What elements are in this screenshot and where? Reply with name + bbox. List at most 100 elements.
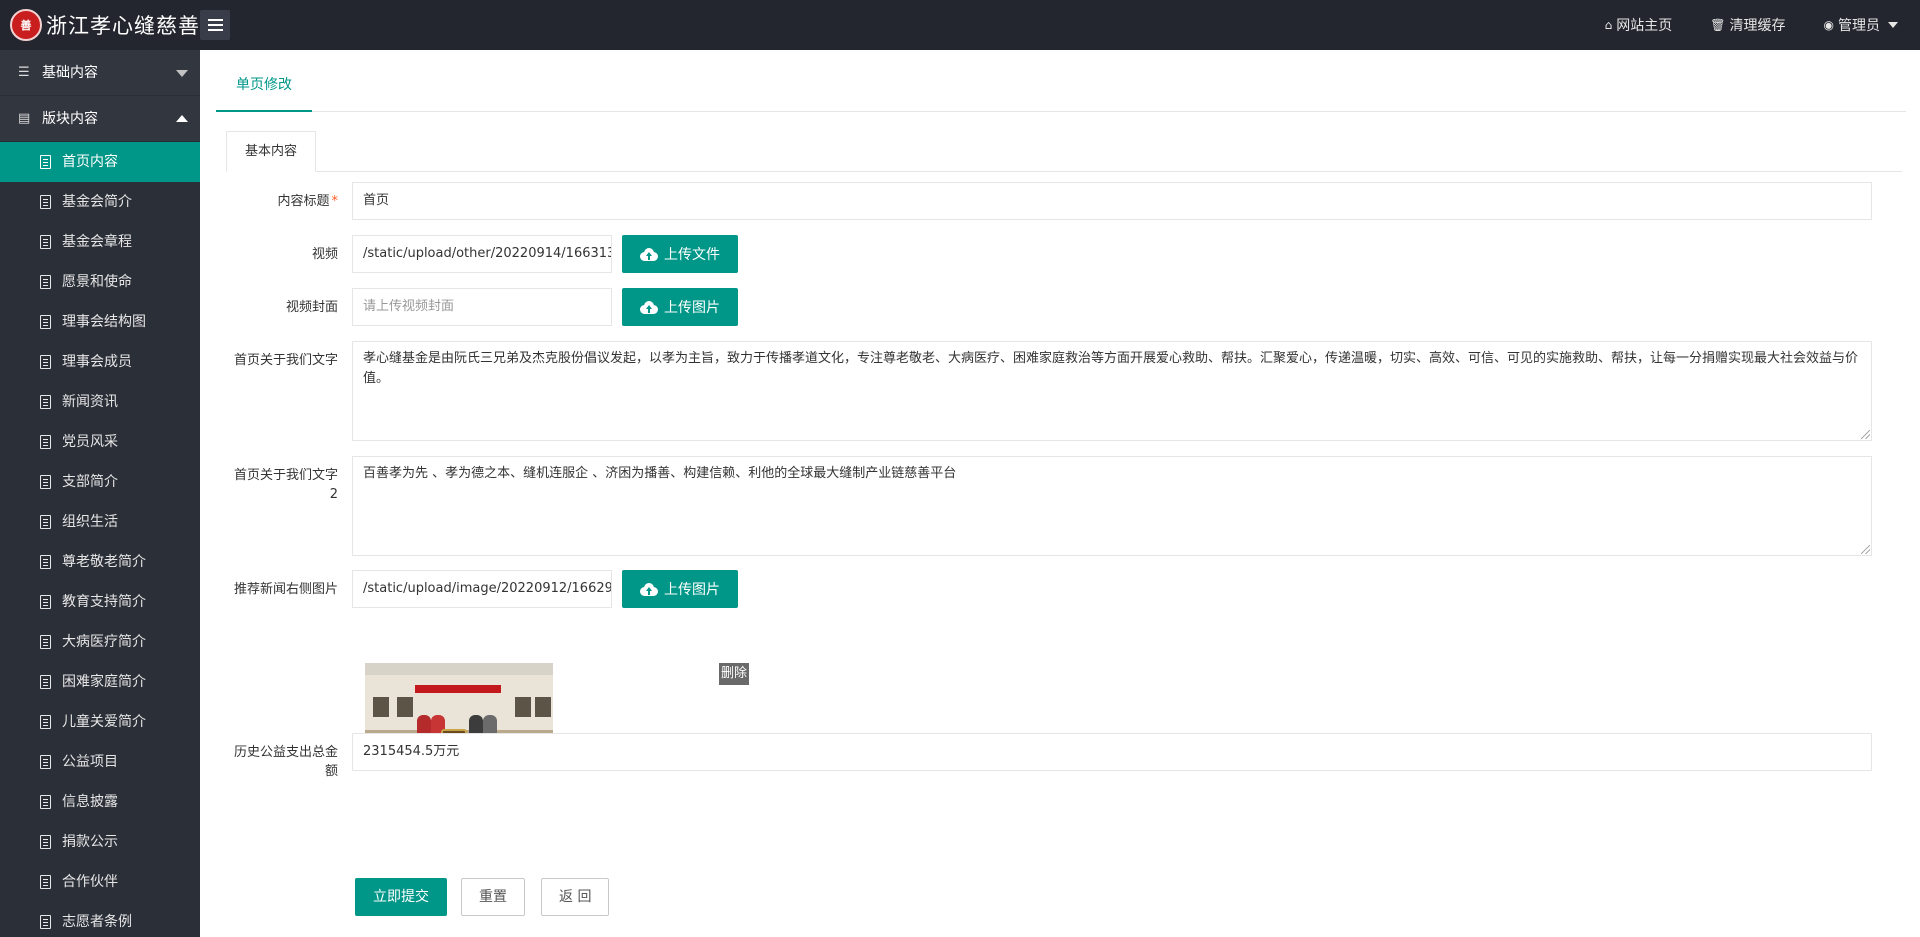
- document-icon: [40, 515, 51, 529]
- sidebar-group-label: 版块内容: [42, 111, 98, 127]
- document-icon: [40, 755, 51, 769]
- delete-image-button[interactable]: 删除: [719, 663, 750, 685]
- top-header: 善 浙江孝心缝慈善 ⌂ 网站主页 🗑 清理缓存 ◉ 管理员: [0, 0, 1920, 50]
- clear-cache-link[interactable]: 🗑 清理缓存: [1710, 15, 1785, 35]
- sidebar-item-families[interactable]: 困难家庭简介: [0, 662, 200, 702]
- video-input[interactable]: /static/upload/other/20220914/16631310: [352, 235, 612, 273]
- logo-text: 善: [20, 19, 32, 32]
- clear-cache-label: 清理缓存: [1729, 18, 1786, 34]
- sidebar-item-branch-intro[interactable]: 支部简介: [0, 462, 200, 502]
- menu-toggle-button[interactable]: [200, 10, 230, 40]
- sidebar-item-home-content[interactable]: 首页内容: [0, 142, 200, 182]
- cover-input[interactable]: 请上传视频封面: [352, 288, 612, 326]
- cover-label: 视频封面: [285, 300, 338, 315]
- cloud-upload-icon: [640, 300, 658, 314]
- document-icon: [40, 595, 51, 609]
- form-row-title: 内容标题 * 首页: [226, 182, 1872, 220]
- document-icon: [40, 435, 51, 449]
- total-input[interactable]: 2315454.5万元: [352, 733, 1872, 771]
- sidebar-item-label: 儿童关爱简介: [62, 714, 146, 730]
- document-icon: [40, 275, 51, 289]
- document-icon: [40, 355, 51, 369]
- upload-file-button[interactable]: 上传文件: [622, 235, 738, 273]
- required-mark: *: [331, 194, 339, 209]
- sidebar-group-blocks[interactable]: ▤ 版块内容: [0, 96, 200, 142]
- document-icon: [40, 475, 51, 489]
- sidebar-item-council-structure[interactable]: 理事会结构图: [0, 302, 200, 342]
- document-icon: [40, 715, 51, 729]
- reset-button[interactable]: 重置: [461, 878, 525, 916]
- sidebar-item-donations[interactable]: 捐款公示: [0, 822, 200, 862]
- hamburger-icon: [207, 19, 223, 21]
- sidebar-item-label: 尊老敬老简介: [62, 554, 146, 570]
- upload-news-image-button[interactable]: 上传图片: [622, 570, 738, 608]
- sidebar-item-label: 公益项目: [62, 754, 118, 770]
- about-text: 孝心缝基金是由阮氏三兄弟及杰克股份倡议发起，以孝为主旨，致力于传播孝道文化，专注…: [363, 351, 1859, 386]
- sidebar-item-label: 大病医疗简介: [62, 634, 146, 650]
- submit-button[interactable]: 立即提交: [355, 878, 447, 916]
- about-label: 首页关于我们文字: [233, 353, 338, 368]
- sidebar-item-medical[interactable]: 大病医疗简介: [0, 622, 200, 662]
- news-image-label: 推荐新闻右侧图片: [233, 582, 338, 597]
- sidebar-item-vision-mission[interactable]: 愿景和使命: [0, 262, 200, 302]
- site-title[interactable]: 浙江孝心缝慈善: [46, 10, 200, 40]
- sidebar-item-label: 教育支持简介: [62, 594, 146, 610]
- sidebar-item-education[interactable]: 教育支持简介: [0, 582, 200, 622]
- sidebar-item-elderly-care[interactable]: 尊老敬老简介: [0, 542, 200, 582]
- sliders-icon: ☰: [18, 65, 30, 80]
- sidebar-item-partners[interactable]: 合作伙伴: [0, 862, 200, 902]
- sidebar-item-party-members[interactable]: 党员风采: [0, 422, 200, 462]
- sidebar-item-disclosure[interactable]: 信息披露: [0, 782, 200, 822]
- resize-grip-icon[interactable]: [1861, 545, 1870, 554]
- sidebar-group-basic[interactable]: ☰ 基础内容: [0, 50, 200, 96]
- form-row-cover: 视频封面 请上传视频封面 上传图片: [226, 288, 738, 326]
- sidebar-item-label: 首页内容: [62, 154, 118, 170]
- sidebar-item-label: 志愿者条例: [62, 914, 132, 930]
- sidebar-item-label: 基金会简介: [62, 194, 132, 210]
- upload-news-image-label: 上传图片: [664, 582, 720, 598]
- sidebar-item-foundation-charter[interactable]: 基金会章程: [0, 222, 200, 262]
- document-icon: ▤: [18, 111, 31, 126]
- document-icon: [40, 875, 51, 889]
- upload-cover-button[interactable]: 上传图片: [622, 288, 738, 326]
- back-button[interactable]: 返 回: [541, 878, 610, 916]
- logo[interactable]: 善: [10, 9, 42, 41]
- upload-cover-label: 上传图片: [664, 300, 720, 316]
- website-home-link[interactable]: ⌂ 网站主页: [1605, 15, 1673, 35]
- tab-basic-content[interactable]: 基本内容: [226, 131, 317, 172]
- sidebar-item-foundation-intro[interactable]: 基金会简介: [0, 182, 200, 222]
- admin-menu[interactable]: ◉ 管理员: [1824, 15, 1898, 35]
- sidebar-item-label: 党员风采: [62, 434, 118, 450]
- website-home-label: 网站主页: [1616, 18, 1673, 34]
- sidebar: ☰ 基础内容 ▤ 版块内容 首页内容 基金会简介 基金会章程 愿景和使命 理事会…: [0, 50, 200, 937]
- trash-icon: 🗑: [1710, 18, 1726, 32]
- form-row-video: 视频 /static/upload/other/20220914/1663131…: [226, 235, 738, 273]
- sidebar-item-council-members[interactable]: 理事会成员: [0, 342, 200, 382]
- sidebar-item-label: 基金会章程: [62, 234, 132, 250]
- upload-file-label: 上传文件: [664, 247, 720, 263]
- main-content: 单页修改 基本内容 内容标题 * 首页 视频 /static/upload/oth…: [200, 50, 1920, 937]
- document-icon: [40, 635, 51, 649]
- about2-textarea[interactable]: 百善孝为先 、孝为德之本、缝机连服企 、济困为播善、构建信赖、利他的全球最大缝制…: [352, 456, 1872, 556]
- resize-grip-icon[interactable]: [1861, 430, 1870, 439]
- sidebar-item-org-life[interactable]: 组织生活: [0, 502, 200, 542]
- sidebar-group-label: 基础内容: [42, 65, 98, 81]
- document-icon: [40, 555, 51, 569]
- document-icon: [40, 795, 51, 809]
- user-icon: ◉: [1823, 18, 1834, 32]
- sidebar-item-volunteer-rules[interactable]: 志愿者条例: [0, 902, 200, 937]
- video-label: 视频: [311, 247, 338, 262]
- about-textarea[interactable]: 孝心缝基金是由阮氏三兄弟及杰克股份倡议发起，以孝为主旨，致力于传播孝道文化，专注…: [352, 341, 1872, 441]
- document-icon: [40, 235, 51, 249]
- title-label: 内容标题 *: [226, 182, 352, 220]
- sidebar-item-label: 合作伙伴: [62, 874, 118, 890]
- admin-label: 管理员: [1838, 18, 1880, 34]
- title-label-text: 内容标题: [277, 194, 330, 209]
- sidebar-item-news[interactable]: 新闻资讯: [0, 382, 200, 422]
- sidebar-item-children[interactable]: 儿童关爱简介: [0, 702, 200, 742]
- title-input[interactable]: 首页: [352, 182, 1872, 220]
- caret-down-icon: [1888, 22, 1898, 28]
- tab-page-edit[interactable]: 单页修改: [216, 60, 312, 112]
- news-image-input[interactable]: /static/upload/image/20220912/1662971: [352, 570, 612, 608]
- sidebar-item-projects[interactable]: 公益项目: [0, 742, 200, 782]
